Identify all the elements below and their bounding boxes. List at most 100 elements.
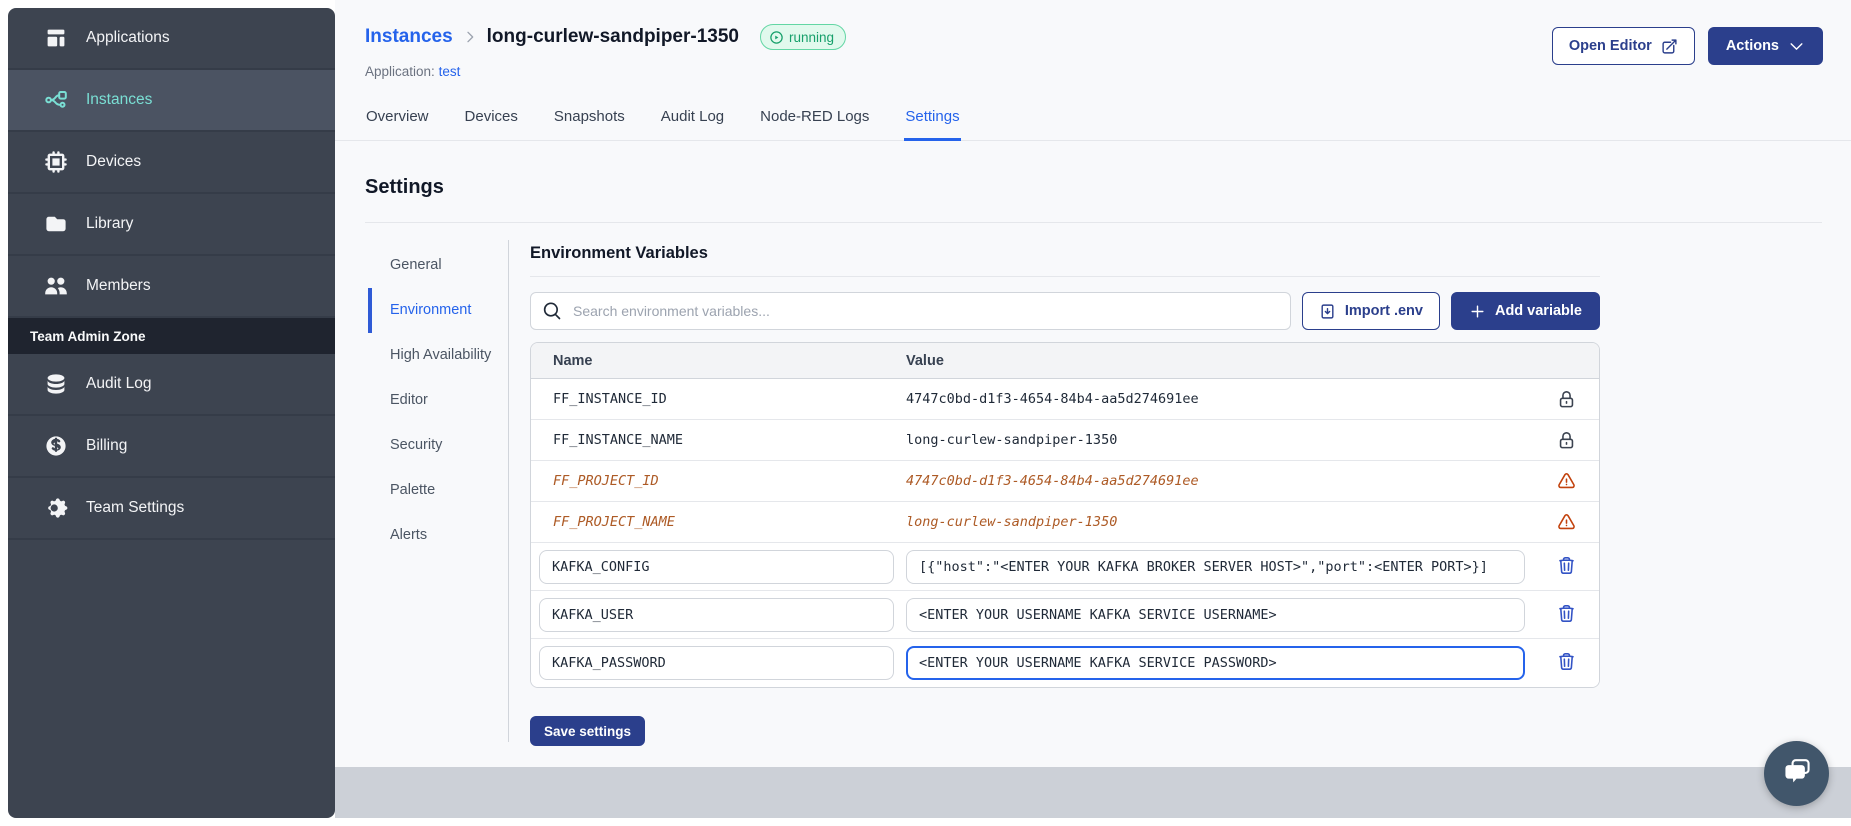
import-env-label: Import .env <box>1344 303 1423 319</box>
billing-icon <box>44 434 68 458</box>
chat-icon <box>1781 755 1813 792</box>
delete-variable-button[interactable] <box>1557 604 1576 626</box>
running-icon <box>769 30 784 45</box>
env-var-name: FF_INSTANCE_NAME <box>553 432 684 448</box>
delete-variable-button[interactable] <box>1557 652 1576 674</box>
env-var-value: long-curlew-sandpiper-1350 <box>906 514 1118 530</box>
sidebar-item-library[interactable]: Library <box>8 194 335 256</box>
env-var-name-input[interactable] <box>539 597 894 632</box>
environment-variables-table: Name Value FF_INSTANCE_ID 4747c0bd-d1f3-4… <box>530 342 1600 688</box>
search-wrap <box>530 292 1291 330</box>
lock-icon <box>1557 431 1576 450</box>
library-icon <box>44 212 68 236</box>
env-var-value: 4747c0bd-d1f3-4654-84b4-aa5d274691ee <box>906 473 1199 489</box>
settings-divider <box>365 222 1822 223</box>
env-var-row-ff-project-id: FF_PROJECT_ID 4747c0bd-d1f3-4654-84b4-aa5… <box>531 461 1599 502</box>
env-var-row-ff-instance-id: FF_INSTANCE_ID 4747c0bd-d1f3-4654-84b4-aa… <box>531 379 1599 420</box>
lock-icon <box>1557 390 1576 409</box>
chat-launcher-button[interactable] <box>1764 741 1829 806</box>
environment-controls: Import .env Add variable <box>530 292 1600 330</box>
column-header-name: Name <box>553 352 593 369</box>
environment-panel: Environment Variables Import .env Add va… <box>530 240 1600 746</box>
env-var-value-input[interactable] <box>906 549 1525 584</box>
column-header-value: Value <box>906 352 944 369</box>
external-link-icon <box>1661 38 1678 55</box>
settings-nav-general[interactable]: General <box>368 243 496 288</box>
devices-icon <box>44 150 68 174</box>
actions-button[interactable]: Actions <box>1707 27 1823 65</box>
env-var-row-ff-instance-name: FF_INSTANCE_NAME long-curlew-sandpiper-13… <box>531 420 1599 461</box>
warning-icon <box>1557 472 1576 491</box>
env-var-value-input[interactable] <box>906 597 1525 632</box>
sidebar-item-label: Members <box>86 277 151 294</box>
instance-header: Instances long-curlew-sandpiper-1350 run… <box>335 0 1851 141</box>
add-variable-label: Add variable <box>1494 303 1582 319</box>
sidebar-item-label: Team Settings <box>86 499 185 516</box>
team-settings-icon <box>44 496 68 520</box>
instance-tabs: Overview Devices Snapshots Audit Log Node-RE… <box>365 108 961 141</box>
actions-label: Actions <box>1725 38 1779 54</box>
breadcrumb: Instances long-curlew-sandpiper-1350 run… <box>365 24 847 50</box>
settings-nav-editor[interactable]: Editor <box>368 378 496 423</box>
tab-overview[interactable]: Overview <box>365 108 430 141</box>
open-editor-button[interactable]: Open Editor <box>1551 27 1695 65</box>
audit-log-icon <box>44 372 68 396</box>
warning-icon <box>1557 513 1576 532</box>
footer-band <box>335 767 1851 818</box>
sidebar-item-label: Library <box>86 215 134 232</box>
sidebar-admin-nav: Audit Log Billing Team Settings <box>8 354 335 540</box>
delete-variable-button[interactable] <box>1557 556 1576 578</box>
import-env-button[interactable]: Import .env <box>1301 292 1440 330</box>
tab-snapshots[interactable]: Snapshots <box>553 108 626 141</box>
sidebar-item-label: Audit Log <box>86 375 152 392</box>
tab-node-red-logs[interactable]: Node-RED Logs <box>759 108 870 141</box>
sidebar-item-label: Instances <box>86 91 153 108</box>
chevron-down-icon <box>1788 38 1805 55</box>
env-var-row-kafka-user <box>531 591 1599 639</box>
save-settings-button[interactable]: Save settings <box>530 716 646 746</box>
instances-icon <box>44 88 68 112</box>
sidebar-item-applications[interactable]: Applications <box>8 8 335 70</box>
application-label: Application: <box>365 64 435 79</box>
sidebar-item-members[interactable]: Members <box>8 256 335 318</box>
plus-icon <box>1469 303 1486 320</box>
settings-nav-high-availability[interactable]: High Availability <box>368 333 496 378</box>
instance-name: long-curlew-sandpiper-1350 <box>486 26 739 47</box>
env-var-name: FF_INSTANCE_ID <box>553 391 667 407</box>
sidebar-item-instances[interactable]: Instances <box>8 70 335 132</box>
settings-nav-palette[interactable]: Palette <box>368 468 496 513</box>
settings-nav-security[interactable]: Security <box>368 423 496 468</box>
settings-nav-alerts[interactable]: Alerts <box>368 513 496 558</box>
env-var-row-kafka-password <box>531 639 1599 687</box>
tab-audit-log[interactable]: Audit Log <box>660 108 725 141</box>
sidebar-item-team-settings[interactable]: Team Settings <box>8 478 335 540</box>
env-var-value: 4747c0bd-d1f3-4654-84b4-aa5d274691ee <box>906 391 1199 407</box>
breadcrumb-instances-link[interactable]: Instances <box>365 26 453 48</box>
env-var-row-kafka-config <box>531 543 1599 591</box>
trash-icon <box>1557 652 1576 671</box>
application-line: Application: test <box>365 64 460 79</box>
sidebar-item-audit-log[interactable]: Audit Log <box>8 354 335 416</box>
team-admin-zone-label: Team Admin Zone <box>8 318 335 354</box>
add-variable-button[interactable]: Add variable <box>1450 292 1600 330</box>
table-header: Name Value <box>531 343 1599 379</box>
import-file-icon <box>1319 303 1336 320</box>
application-link[interactable]: test <box>439 64 461 79</box>
env-var-name: FF_PROJECT_ID <box>553 473 659 489</box>
settings-subnav: General Environment High Availability Edito… <box>368 243 496 558</box>
environment-title: Environment Variables <box>530 244 708 262</box>
sidebar: Applications Instances Devices Library Membe… <box>8 8 335 818</box>
env-var-value: long-curlew-sandpiper-1350 <box>906 432 1118 448</box>
env-var-name-input[interactable] <box>539 646 894 680</box>
tab-devices[interactable]: Devices <box>464 108 519 141</box>
chevron-right-icon <box>462 29 478 45</box>
settings-nav-environment[interactable]: Environment <box>368 288 496 333</box>
sidebar-item-label: Applications <box>86 29 170 46</box>
env-var-value-input[interactable] <box>906 646 1525 680</box>
search-input[interactable] <box>530 292 1291 330</box>
env-var-name-input[interactable] <box>539 549 894 584</box>
sidebar-item-devices[interactable]: Devices <box>8 132 335 194</box>
status-badge: running <box>760 24 847 50</box>
tab-settings[interactable]: Settings <box>904 108 961 141</box>
sidebar-item-billing[interactable]: Billing <box>8 416 335 478</box>
